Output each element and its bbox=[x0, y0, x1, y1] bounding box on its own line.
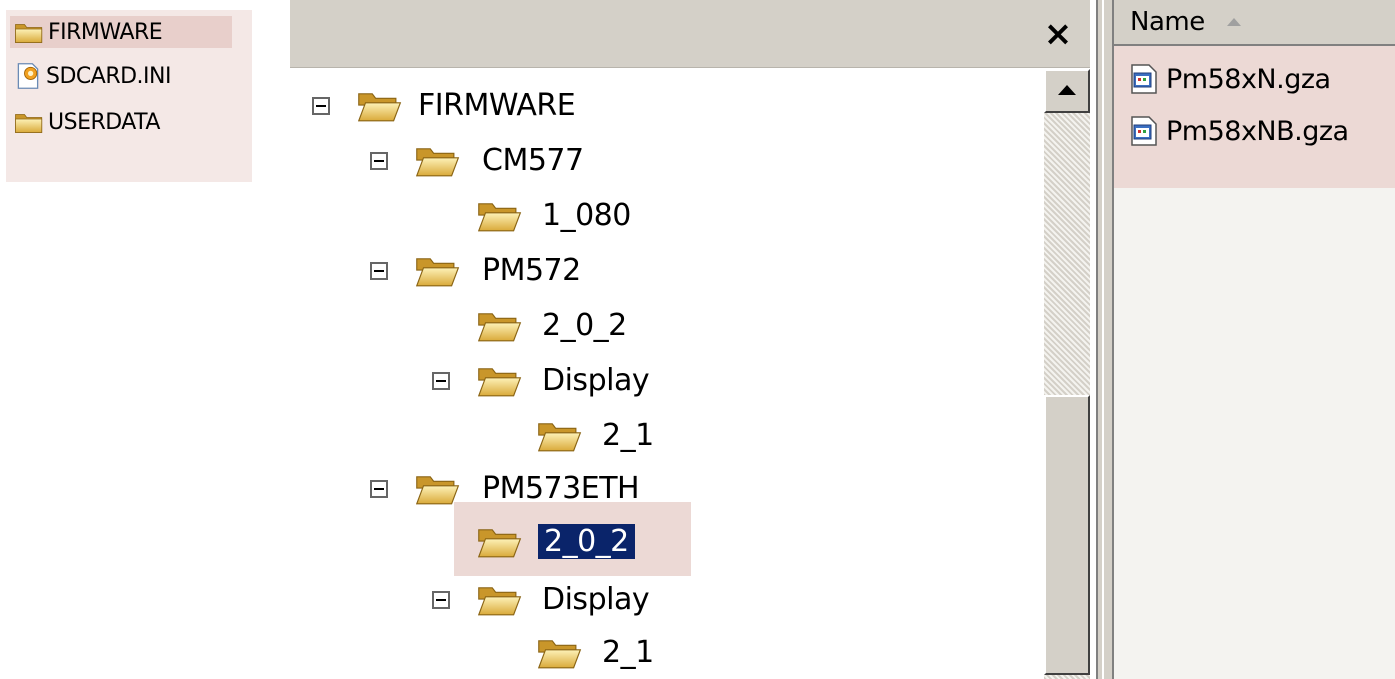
column-header-name[interactable]: Name bbox=[1114, 0, 1395, 46]
folder-icon bbox=[14, 20, 44, 44]
folder-tree-pane: × FIRMWARE CM577 1_080 PM572 2_0_2 Displ… bbox=[290, 0, 1096, 679]
folder-icon bbox=[14, 110, 44, 134]
file-item-pm58xnb[interactable]: Pm58xNB.gza bbox=[1128, 108, 1349, 154]
gza-file-icon bbox=[1128, 115, 1160, 147]
collapse-icon[interactable] bbox=[370, 152, 388, 170]
tree-node-label: PM573ETH bbox=[482, 470, 640, 506]
collapse-icon[interactable] bbox=[432, 372, 450, 390]
file-list-pane: Name Pm58xN.gza Pm58xNB.gza bbox=[1114, 0, 1395, 679]
column-header-label: Name bbox=[1130, 7, 1205, 37]
folder-open-icon bbox=[414, 252, 460, 288]
tree-node-label-selected: 2_0_2 bbox=[538, 523, 635, 559]
folder-open-icon bbox=[476, 362, 522, 398]
tree-node-label: Display bbox=[542, 581, 650, 617]
tree-node-2-0-2[interactable]: 2_0_2 bbox=[290, 298, 1030, 352]
file-list-small: FIRMWARE SDCARD.INI USERDATA bbox=[6, 10, 252, 182]
tree-node-cm577[interactable]: CM577 bbox=[290, 133, 1030, 187]
scrollbar-thumb[interactable] bbox=[1044, 395, 1090, 675]
gza-file-icon bbox=[1128, 63, 1160, 95]
tree-node-label: 2_1 bbox=[602, 417, 654, 453]
list-item-firmware[interactable]: FIRMWARE bbox=[10, 16, 232, 48]
tree-node-firmware[interactable]: FIRMWARE bbox=[290, 78, 1030, 132]
folder-open-icon bbox=[476, 197, 522, 233]
folder-open-icon bbox=[476, 581, 522, 617]
collapse-icon[interactable] bbox=[370, 480, 388, 498]
tree-node-label: 1_080 bbox=[542, 197, 631, 233]
list-item-userdata[interactable]: USERDATA bbox=[14, 106, 160, 138]
file-item-label: Pm58xNB.gza bbox=[1166, 115, 1349, 147]
tree-node-pm572[interactable]: PM572 bbox=[290, 243, 1030, 297]
list-item-label: FIRMWARE bbox=[48, 19, 163, 45]
file-item-pm58xn[interactable]: Pm58xN.gza bbox=[1128, 56, 1331, 102]
tree-node-label: Display bbox=[542, 362, 650, 398]
collapse-icon[interactable] bbox=[432, 591, 450, 609]
close-button[interactable]: × bbox=[1038, 12, 1078, 56]
tree-node-label: 2_1 bbox=[602, 634, 654, 670]
list-item-label: SDCARD.INI bbox=[46, 63, 171, 89]
tree-node-label: FIRMWARE bbox=[418, 87, 576, 123]
collapse-icon[interactable] bbox=[370, 262, 388, 280]
tree-pane-header: × bbox=[290, 0, 1090, 68]
vertical-scrollbar[interactable] bbox=[1044, 69, 1090, 679]
sort-ascending-icon bbox=[1226, 18, 1241, 26]
tree-node-2-0-2-selected[interactable]: 2_0_2 bbox=[290, 514, 1030, 568]
folder-open-icon bbox=[414, 142, 460, 178]
folder-open-icon bbox=[476, 523, 522, 559]
tree-node-label: CM577 bbox=[482, 142, 584, 178]
collapse-icon[interactable] bbox=[312, 97, 330, 115]
tree-node-pm573eth[interactable]: PM573ETH bbox=[290, 461, 1030, 515]
folder-open-icon bbox=[356, 87, 402, 123]
folder-open-icon bbox=[536, 417, 582, 453]
ini-file-icon bbox=[14, 62, 42, 90]
tree-node-1-080[interactable]: 1_080 bbox=[290, 188, 1030, 242]
tree-node-display[interactable]: Display bbox=[290, 353, 1030, 407]
folder-open-icon bbox=[476, 307, 522, 343]
tree-node-2-1[interactable]: 2_1 bbox=[290, 625, 1030, 679]
tree-node-display[interactable]: Display bbox=[290, 572, 1030, 626]
scroll-up-button[interactable] bbox=[1044, 69, 1090, 113]
tree-node-label: PM572 bbox=[482, 252, 581, 288]
list-item-sdcard-ini[interactable]: SDCARD.INI bbox=[14, 60, 171, 92]
folder-open-icon bbox=[536, 634, 582, 670]
file-item-label: Pm58xN.gza bbox=[1166, 63, 1331, 95]
folder-open-icon bbox=[414, 470, 460, 506]
tree-node-2-1[interactable]: 2_1 bbox=[290, 408, 1030, 462]
pane-splitter[interactable] bbox=[1096, 0, 1114, 679]
list-item-label: USERDATA bbox=[48, 109, 160, 135]
tree-node-label: 2_0_2 bbox=[542, 307, 627, 343]
